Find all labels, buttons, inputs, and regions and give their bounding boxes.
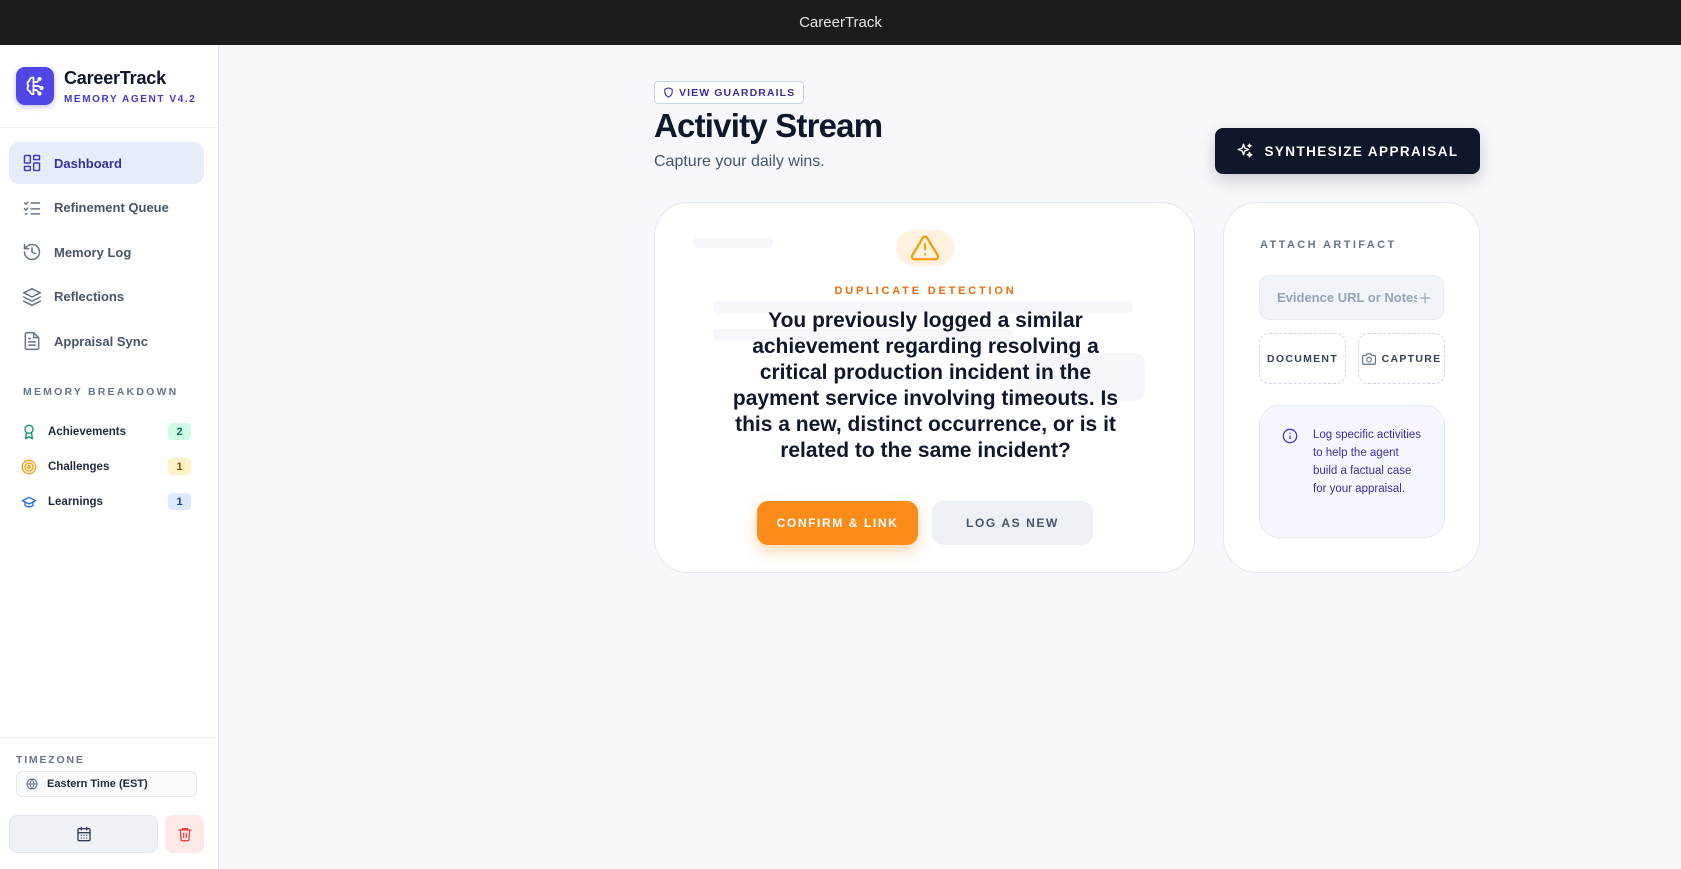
trash-icon [177, 828, 192, 842]
plus-icon [1419, 292, 1431, 303]
synthesize-appraisal-label: SYNTHESIZE APPRAISAL [1264, 143, 1459, 159]
log-as-new-button[interactable]: LOG AS NEW [932, 501, 1093, 545]
capture-button[interactable]: CAPTURE [1358, 333, 1445, 384]
sidebar-item-refinement-queue[interactable]: Refinement Queue [9, 187, 204, 229]
memory-breakdown-title: MEMORY BREAKDOWN [23, 386, 179, 398]
warning-icon [896, 230, 954, 266]
graduation-cap-icon [21, 496, 37, 507]
attach-artifact-label: ATTACH ARTIFACT [1260, 239, 1397, 251]
breakdown-label: Achievements [48, 425, 126, 438]
sidebar-item-label: Appraisal Sync [54, 333, 148, 349]
timezone-label: TIMEZONE [16, 754, 85, 766]
sidebar-item-dashboard[interactable]: Dashboard [9, 142, 204, 184]
sidebar-item-label: Dashboard [54, 155, 122, 171]
page-subtitle: Capture your daily wins. [654, 153, 825, 170]
list-checks-icon [23, 200, 41, 215]
timezone-select[interactable]: Eastern Time (EST) [16, 771, 197, 797]
capture-label: CAPTURE [1381, 352, 1442, 365]
document-label: DOCUMENT [1266, 352, 1339, 365]
calendar-button[interactable] [9, 815, 158, 853]
brand-version: MEMORY AGENT V4.2 [64, 93, 197, 105]
window-titlebar: CareerTrack [0, 0, 1681, 45]
dashboard-icon [23, 154, 41, 172]
count-badge: 2 [168, 423, 191, 440]
breakdown-achievements[interactable]: Achievements 2 [21, 414, 191, 449]
page-title: Activity Stream [654, 107, 883, 144]
view-guardrails-label: VIEW GUARDRAILS [679, 86, 796, 99]
document-icon [24, 331, 40, 351]
memory-breakdown: Achievements 2 Challenges 1 Learnings 1 [21, 414, 191, 519]
sidebar-item-appraisal-sync[interactable]: Appraisal Sync [9, 320, 204, 362]
duplicate-detection-message: You previously logged a similar achievem… [732, 309, 1119, 462]
shield-icon [664, 87, 673, 98]
add-evidence-button[interactable] [1417, 287, 1433, 309]
camera-icon [1361, 352, 1376, 365]
confirm-link-button[interactable]: CONFIRM & LINK [757, 501, 918, 545]
brand: CareerTrack MEMORY AGENT V4.2 [16, 67, 196, 105]
evidence-field[interactable] [1259, 275, 1444, 320]
divider [0, 737, 218, 738]
info-icon [1282, 428, 1298, 444]
sparkles-icon [1238, 143, 1253, 158]
count-badge: 1 [168, 493, 191, 510]
sidebar-nav: Dashboard Refinement Queue Memory Log Re… [9, 142, 204, 365]
brand-name: CareerTrack [64, 67, 166, 88]
info-tip: Log specific activities to help the agen… [1259, 405, 1445, 538]
delete-button[interactable] [165, 815, 204, 853]
divider [0, 127, 218, 128]
evidence-input[interactable] [1277, 290, 1417, 305]
count-badge: 1 [168, 458, 191, 475]
sidebar: CareerTrack MEMORY AGENT V4.2 Dashboard … [0, 45, 219, 869]
timezone-value: Eastern Time (EST) [47, 778, 148, 790]
breakdown-label: Challenges [48, 460, 110, 473]
breakdown-challenges[interactable]: Challenges 1 [21, 449, 191, 484]
attach-document-button[interactable]: DOCUMENT [1259, 333, 1346, 384]
attach-artifact-card: ATTACH ARTIFACT DOCUMENT CAPTURE Log spe… [1223, 202, 1480, 573]
breakdown-label: Learnings [48, 495, 103, 508]
target-icon [21, 459, 37, 474]
sidebar-item-label: Refinement Queue [54, 200, 169, 215]
sidebar-item-label: Reflections [54, 289, 125, 304]
brain-logo-icon [16, 67, 54, 105]
view-guardrails-button[interactable]: VIEW GUARDRAILS [654, 81, 805, 104]
synthesize-appraisal-button[interactable]: SYNTHESIZE APPRAISAL [1215, 128, 1480, 174]
award-icon [24, 424, 34, 439]
history-icon [23, 243, 41, 261]
sidebar-item-reflections[interactable]: Reflections [9, 276, 204, 318]
globe-icon [26, 778, 38, 790]
sidebar-item-label: Memory Log [54, 244, 132, 260]
activity-card: DUPLICATE DETECTION You previously logge… [654, 202, 1195, 573]
window-title: CareerTrack [799, 14, 882, 31]
info-tip-text: Log specific activities to help the agen… [1313, 429, 1422, 495]
sidebar-item-memory-log[interactable]: Memory Log [9, 231, 204, 273]
duplicate-detection-label: DUPLICATE DETECTION [834, 285, 1017, 297]
calendar-icon [76, 826, 91, 842]
faded-background-label [693, 238, 773, 248]
breakdown-learnings[interactable]: Learnings 1 [21, 484, 191, 519]
layers-icon [22, 287, 42, 306]
